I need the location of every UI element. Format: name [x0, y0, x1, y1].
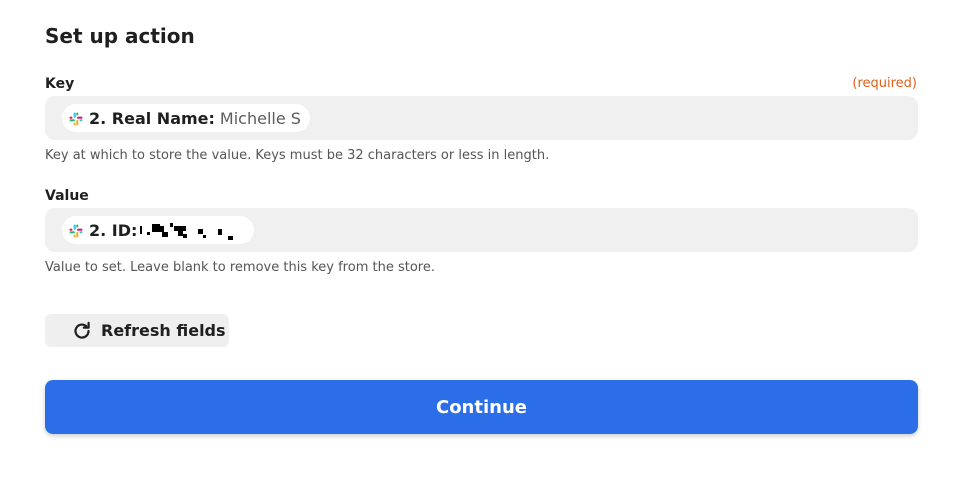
key-field-pill[interactable]: 2. Real Name: Michelle S — [62, 104, 310, 132]
key-help-text: Key at which to store the value. Keys mu… — [45, 148, 550, 163]
value-input[interactable]: 2. ID: — [45, 208, 918, 252]
slack-icon — [69, 223, 83, 238]
slack-icon — [69, 111, 83, 126]
value-help-text: Value to set. Leave blank to remove this… — [45, 260, 435, 275]
key-pill-label: 2. Real Name: — [89, 108, 215, 128]
value-pill-label: 2. ID: — [89, 220, 138, 240]
redacted-value — [140, 220, 245, 240]
refresh-fields-label: Refresh fields — [101, 321, 226, 340]
value-label: Value — [45, 188, 89, 204]
continue-button[interactable]: Continue — [45, 380, 918, 434]
key-label: Key — [45, 76, 75, 92]
refresh-icon — [72, 321, 92, 341]
value-field-pill[interactable]: 2. ID: — [62, 216, 255, 244]
key-input[interactable]: 2. Real Name: Michelle S — [45, 96, 918, 140]
section-title: Set up action — [45, 24, 195, 48]
setup-action-panel: Set up action Key (required) 2. Real Nam… — [0, 0, 962, 480]
key-pill-value: Michelle S — [219, 108, 301, 128]
refresh-fields-button[interactable]: Refresh fields — [45, 314, 229, 347]
required-indicator: (required) — [852, 76, 917, 91]
